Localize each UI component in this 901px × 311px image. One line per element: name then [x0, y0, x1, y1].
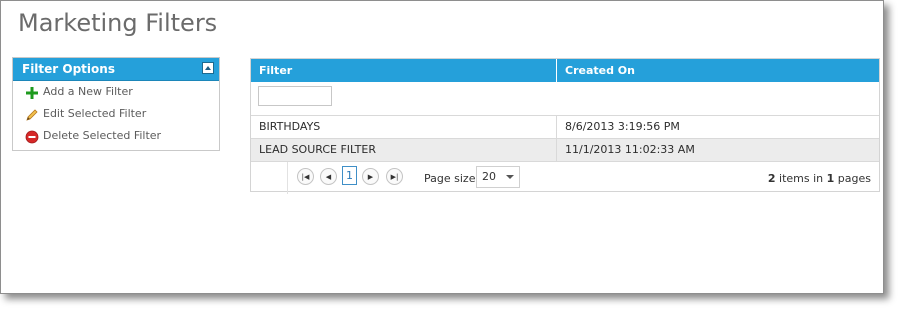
page-number-button[interactable]: 1 [342, 166, 357, 185]
grid-filter-row [251, 82, 879, 116]
table-row[interactable]: LEAD SOURCE FILTER 11/1/2013 11:02:33 AM [251, 139, 879, 162]
filter-search-input[interactable] [258, 86, 332, 106]
delete-selected-filter-link[interactable]: Delete Selected Filter [13, 125, 219, 147]
items-text-mid: items in [779, 172, 824, 185]
add-new-filter-link[interactable]: Add a New Filter [13, 81, 219, 103]
app-window: Marketing Filters Filter Options Add a N… [0, 0, 884, 294]
page-size-value: 20 [482, 170, 496, 183]
items-info: 2 items in 1 pages [768, 172, 871, 185]
pager-spacer [251, 162, 288, 194]
filter-name-cell: LEAD SOURCE FILTER [251, 139, 557, 161]
plus-icon [26, 87, 38, 99]
filters-grid: Filter Created On BIRTHDAYS 8/6/2013 3:1… [250, 58, 880, 194]
pages-count: 1 [826, 172, 835, 185]
page-size-select[interactable]: 20 [476, 166, 520, 188]
grid-header: Filter Created On [251, 59, 879, 82]
add-new-filter-label: Add a New Filter [43, 85, 133, 98]
pencil-icon [26, 109, 38, 121]
next-page-icon[interactable]: ▶ [362, 168, 379, 185]
grid-pager: |◀ ◀ 1 ▶ ▶| Page size: 20 2 items in 1 p… [251, 162, 879, 194]
chevron-down-icon [506, 175, 514, 179]
created-on-cell: 11/1/2013 11:02:33 AM [565, 143, 695, 156]
filter-options-header: Filter Options [13, 58, 219, 81]
table-row[interactable]: BIRTHDAYS 8/6/2013 3:19:56 PM [251, 116, 879, 139]
column-header-created-on[interactable]: Created On [557, 59, 879, 82]
items-text-end: pages [837, 172, 871, 185]
items-count: 2 [767, 172, 776, 185]
delete-icon [25, 130, 39, 144]
page-size-label: Page size: [424, 172, 480, 185]
first-page-icon[interactable]: |◀ [297, 168, 314, 185]
collapse-up-icon[interactable] [202, 62, 214, 74]
created-on-cell: 8/6/2013 3:19:56 PM [565, 120, 680, 133]
edit-selected-filter-link[interactable]: Edit Selected Filter [13, 103, 219, 125]
page-title: Marketing Filters [18, 9, 218, 37]
last-page-icon[interactable]: ▶| [386, 168, 403, 185]
filter-name-cell: BIRTHDAYS [251, 116, 557, 138]
filter-options-title: Filter Options [22, 62, 115, 76]
delete-selected-filter-label: Delete Selected Filter [43, 129, 162, 142]
filter-options-panel: Filter Options Add a New Filter Edit Sel… [12, 57, 220, 151]
column-header-filter[interactable]: Filter [251, 59, 557, 82]
prev-page-icon[interactable]: ◀ [320, 168, 337, 185]
edit-selected-filter-label: Edit Selected Filter [43, 107, 147, 120]
